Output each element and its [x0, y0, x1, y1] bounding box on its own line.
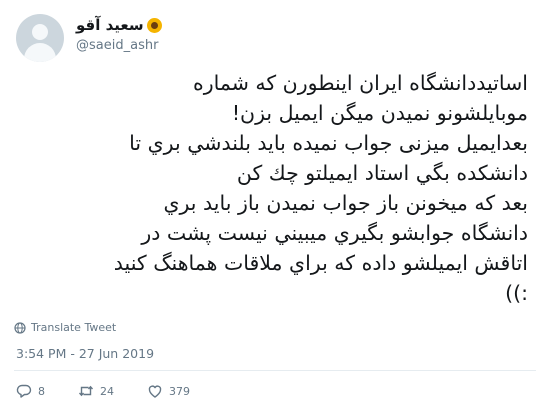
tweet-text: اساتیددانشگاه ایران اینطورن که شماره موب… — [113, 71, 528, 305]
avatar[interactable] — [16, 14, 64, 62]
user-names: سعيد آقو @saeid_ashr — [76, 16, 162, 53]
like-button[interactable]: 379 — [147, 383, 190, 399]
reply-button[interactable]: 8 — [16, 383, 45, 399]
globe-icon — [14, 321, 26, 334]
sunflower-icon — [146, 17, 162, 33]
translate-label[interactable]: Translate Tweet — [31, 321, 116, 334]
retweet-icon — [78, 385, 94, 397]
reply-count: 8 — [38, 384, 45, 398]
retweet-count: 24 — [100, 384, 114, 398]
like-count: 379 — [169, 384, 190, 398]
tweet-header: سعيد آقو @saeid_ashr — [16, 14, 534, 62]
user-handle[interactable]: @saeid_ashr — [76, 38, 162, 53]
translate-tweet-link[interactable]: Translate Tweet — [14, 321, 116, 334]
reply-icon — [16, 384, 32, 398]
divider — [14, 370, 536, 371]
retweet-button[interactable]: 24 — [78, 383, 114, 399]
tweet-timestamp[interactable]: 3:54 PM - 27 Jun 2019 — [16, 346, 154, 361]
tweet-actions: 8 24 379 — [16, 383, 223, 399]
avatar-head-shape — [32, 24, 48, 40]
avatar-body-shape — [24, 43, 56, 62]
display-name[interactable]: سعيد آقو — [76, 16, 144, 34]
heart-icon — [148, 385, 162, 398]
display-name-row[interactable]: سعيد آقو — [76, 16, 162, 34]
